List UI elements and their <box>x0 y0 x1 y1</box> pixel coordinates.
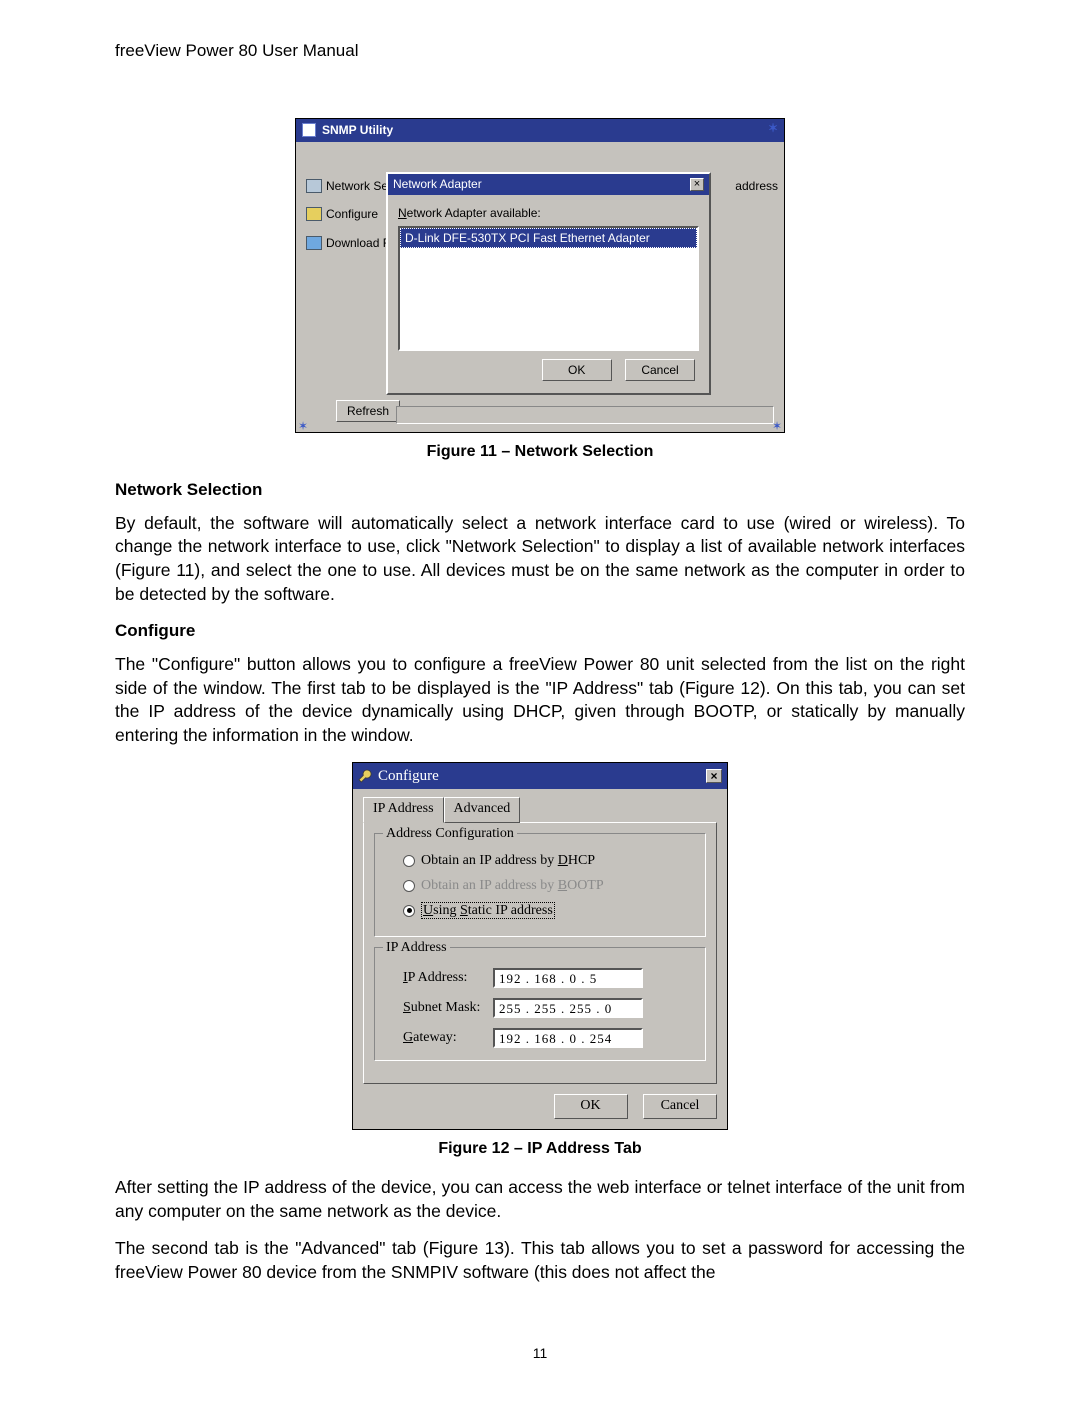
radio-dhcp-label: Obtain an IP address by DHCP <box>421 852 595 871</box>
tab-strip: IP Address Advanced <box>363 797 717 823</box>
resize-icon: ✶ <box>772 421 782 431</box>
sidebar-label-configure: Configure <box>326 206 378 222</box>
snmp-body: Network Se Configure Download F address <box>296 142 784 432</box>
figure-12-caption: Figure 12 – IP Address Tab <box>115 1138 965 1160</box>
radio-static-ip[interactable]: Using Static IP address <box>403 902 691 921</box>
tab-panel-ip: Address Configuration Obtain an IP addre… <box>363 822 717 1085</box>
para-configure: The "Configure" button allows you to con… <box>115 653 965 748</box>
cancel-button[interactable]: Cancel <box>625 359 695 381</box>
heading-network-selection: Network Selection <box>115 479 965 502</box>
close-icon[interactable]: × <box>690 178 704 191</box>
network-adapter-dialog: Network Adapter × Network Adapter availa… <box>386 172 711 395</box>
close-icon[interactable]: ✶ <box>765 122 781 136</box>
group-legend-addrconf: Address Configuration <box>383 825 517 844</box>
figure-11-caption: Figure 11 – Network Selection <box>115 441 965 463</box>
snmp-utility-window: SNMP Utility ✶ Network Se Configure Dow <box>295 118 785 433</box>
page-number: 11 <box>115 1344 965 1363</box>
running-header: freeView Power 80 User Manual <box>115 40 965 63</box>
radio-icon <box>403 905 415 917</box>
configure-window: Configure × IP Address Advanced Address … <box>352 762 728 1131</box>
na-titlebar: Network Adapter × <box>388 174 709 195</box>
tab-advanced[interactable]: Advanced <box>444 797 521 823</box>
label-subnet-mask: Subnet Mask: <box>403 999 493 1018</box>
tab-ip-address[interactable]: IP Address <box>363 797 444 823</box>
label-ip-address: IP Address: <box>403 969 493 988</box>
group-address-configuration: Address Configuration Obtain an IP addre… <box>374 833 706 938</box>
radio-static-label: Using Static IP address <box>421 902 555 921</box>
ok-button[interactable]: OK <box>542 359 612 381</box>
configure-titlebar: Configure × <box>353 763 727 789</box>
sidebar-label-download: Download F <box>326 235 390 251</box>
para-after-fig12-2: The second tab is the "Advanced" tab (Fi… <box>115 1237 965 1284</box>
radio-bootp-label: Obtain an IP address by BOOTP <box>421 877 604 896</box>
field-ip-address[interactable]: 192 . 168 . 0 . 5 <box>493 968 643 988</box>
figure-11-wrap: SNMP Utility ✶ Network Se Configure Dow <box>115 118 965 463</box>
figure-12-wrap: Configure × IP Address Advanced Address … <box>115 762 965 1160</box>
cancel-button[interactable]: Cancel <box>643 1094 717 1119</box>
na-available-label: Network Adapter available: <box>398 205 699 221</box>
radio-icon <box>403 855 415 867</box>
network-icon <box>306 179 322 193</box>
radio-icon <box>403 880 415 892</box>
na-title-text: Network Adapter <box>393 176 482 192</box>
configure-icon <box>306 207 322 221</box>
close-icon[interactable]: × <box>706 769 722 783</box>
field-gateway[interactable]: 192 . 168 . 0 . 254 <box>493 1028 643 1048</box>
field-subnet-mask[interactable]: 255 . 255 . 255 . 0 <box>493 998 643 1018</box>
column-header-address: address <box>735 178 778 194</box>
radio-dhcp[interactable]: Obtain an IP address by DHCP <box>403 852 691 871</box>
wrench-icon <box>358 769 372 783</box>
app-icon <box>302 123 316 137</box>
group-legend-ip: IP Address <box>383 939 450 958</box>
snmp-window-title: SNMP Utility <box>322 122 393 138</box>
download-icon <box>306 236 322 250</box>
sidebar-label-networkse: Network Se <box>326 178 388 194</box>
na-list-item[interactable]: D-Link DFE-530TX PCI Fast Ethernet Adapt… <box>400 228 697 248</box>
para-network-selection: By default, the software will automatica… <box>115 512 965 607</box>
ok-button[interactable]: OK <box>554 1094 628 1119</box>
para-after-fig12-1: After setting the IP address of the devi… <box>115 1176 965 1223</box>
radio-bootp: Obtain an IP address by BOOTP <box>403 877 691 896</box>
resize-icon: ✶ <box>298 421 308 431</box>
label-gateway: Gateway: <box>403 1029 493 1048</box>
refresh-button[interactable]: Refresh <box>336 400 400 422</box>
heading-configure: Configure <box>115 620 965 643</box>
group-ip-address: IP Address IP Address: 192 . 168 . 0 . 5… <box>374 947 706 1061</box>
snmp-titlebar: SNMP Utility ✶ <box>296 119 784 142</box>
status-bar <box>396 406 774 424</box>
configure-window-title: Configure <box>378 766 439 786</box>
na-adapter-list[interactable]: D-Link DFE-530TX PCI Fast Ethernet Adapt… <box>398 226 699 351</box>
